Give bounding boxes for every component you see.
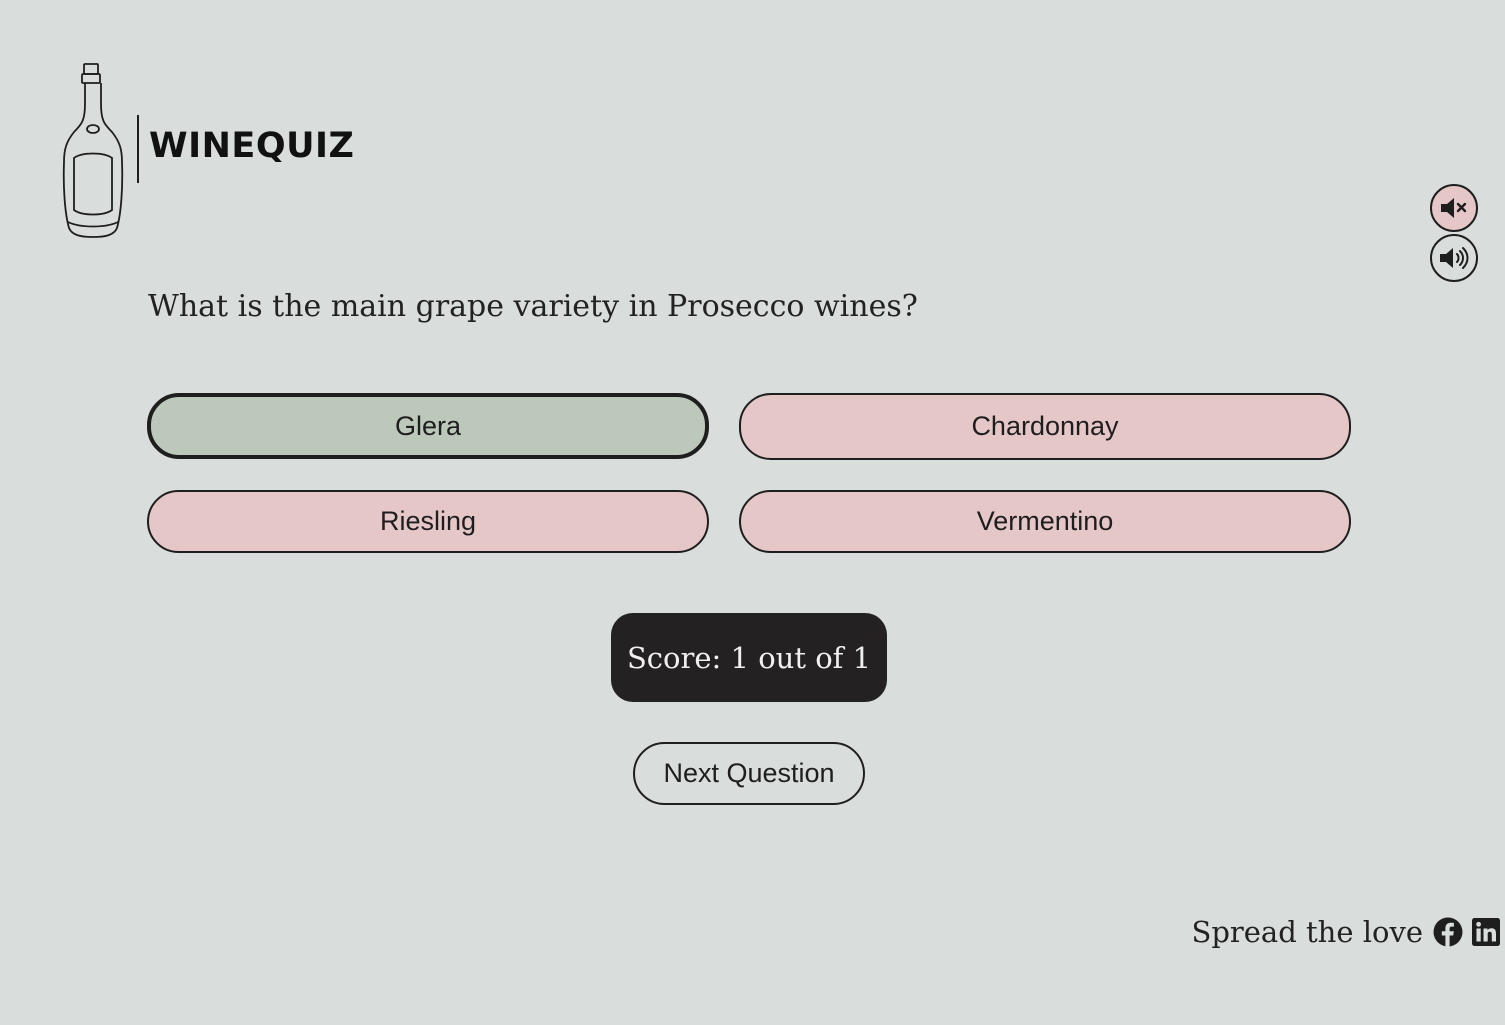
answer-button-riesling[interactable]: Riesling — [147, 490, 709, 553]
linkedin-icon[interactable] — [1471, 917, 1501, 947]
share-footer: Spread the love — [1191, 910, 1501, 954]
logo-text: WINEQUIZ — [149, 126, 355, 166]
logo-divider — [137, 115, 139, 183]
unmute-button[interactable] — [1430, 234, 1478, 282]
answer-button-chardonnay[interactable]: Chardonnay — [739, 393, 1351, 460]
question-text: What is the main grape variety in Prosec… — [148, 289, 918, 324]
mute-button[interactable] — [1430, 184, 1478, 232]
facebook-glyph-icon — [1433, 917, 1463, 947]
answer-button-glera[interactable]: Glera — [147, 393, 709, 459]
score-display: Score: 1 out of 1 — [611, 613, 887, 702]
volume-mute-icon — [1441, 198, 1467, 218]
answer-button-vermentino[interactable]: Vermentino — [739, 490, 1351, 553]
linkedin-glyph-icon — [1472, 918, 1500, 946]
volume-up-icon — [1440, 247, 1469, 269]
share-text: Spread the love — [1191, 915, 1423, 949]
wine-bottle-icon — [62, 63, 124, 238]
sound-controls — [1430, 184, 1482, 284]
next-question-button[interactable]: Next Question — [633, 742, 865, 805]
logo: WINEQUIZ — [60, 62, 360, 242]
facebook-icon[interactable] — [1433, 917, 1463, 947]
